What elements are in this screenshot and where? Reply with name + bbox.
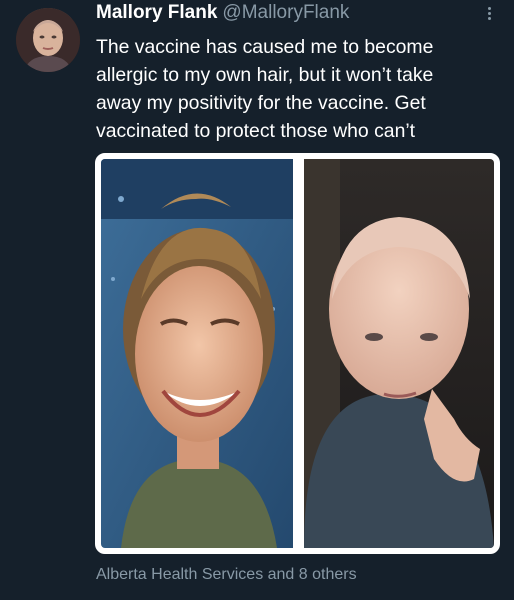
tweet-text-line: vaccinated to protect those who can’t — [96, 120, 416, 142]
photo-before[interactable] — [101, 159, 293, 548]
tweet-header: Mallory Flank @MalloryFlank — [96, 2, 349, 28]
photo-after-image — [304, 159, 494, 548]
photo-before-image — [101, 159, 293, 548]
tweet-text-line: allergic to my own hair, but it won’t ta… — [96, 64, 434, 86]
user-handle[interactable]: @MalloryFlank — [222, 2, 349, 24]
avatar[interactable] — [16, 8, 80, 72]
more-options-icon[interactable] — [480, 5, 498, 27]
photo-after[interactable] — [304, 159, 494, 548]
display-name[interactable]: Mallory Flank — [96, 2, 217, 24]
avatar-image — [16, 8, 80, 72]
tweet-text: The vaccine has caused me to become alle… — [96, 33, 508, 145]
tweet-media[interactable] — [95, 153, 500, 554]
tweet-text-line: The vaccine has caused me to become — [96, 36, 434, 58]
tweet: Mallory Flank @MalloryFlank The vaccine … — [0, 0, 514, 600]
liked-by-text[interactable]: Alberta Health Services and 8 others — [96, 566, 357, 584]
tweet-text-line: away my positivity for the vaccine. Get — [96, 92, 426, 114]
